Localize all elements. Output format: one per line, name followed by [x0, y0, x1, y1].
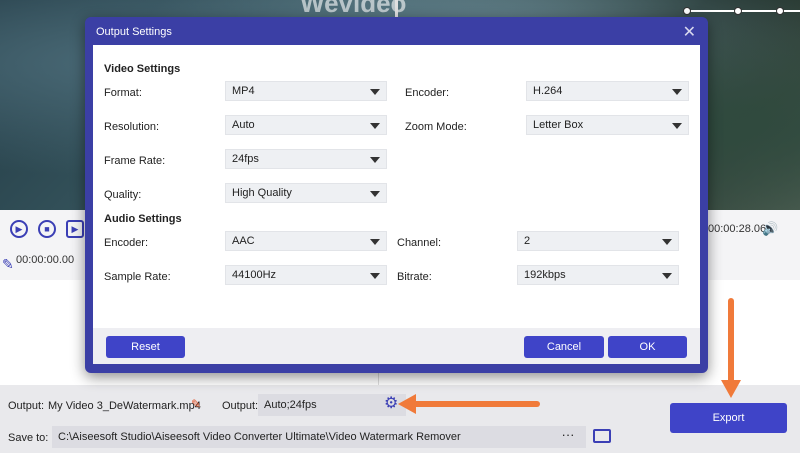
crop-handle[interactable] — [683, 7, 691, 15]
save-path-field[interactable]: C:\Aiseesoft Studio\Aiseesoft Video Conv… — [52, 426, 550, 448]
zoom-mode-label: Zoom Mode: — [405, 121, 467, 133]
volume-icon[interactable]: 🔊 — [762, 221, 778, 237]
output-label: Output: — [8, 400, 45, 412]
cancel-button[interactable]: Cancel — [524, 336, 604, 358]
start-time: 00:00:00.00 — [16, 254, 75, 266]
chevron-down-icon — [672, 89, 682, 95]
annotation-arrow-horizontal — [410, 401, 540, 407]
video-settings-title: Video Settings — [104, 63, 181, 75]
sample-rate-select[interactable]: 44100Hz — [225, 265, 387, 285]
output-settings-dialog: Output Settings ✕ Video Settings Format:… — [85, 17, 708, 373]
reset-button[interactable]: Reset — [106, 336, 185, 358]
channel-value: 2 — [524, 235, 531, 247]
video-encoder-select[interactable]: H.264 — [526, 81, 689, 101]
quality-label: Quality: — [104, 189, 142, 201]
ok-button[interactable]: OK — [608, 336, 687, 358]
format-select[interactable]: MP4 — [225, 81, 387, 101]
zoom-mode-select[interactable]: Letter Box — [526, 115, 689, 135]
chevron-down-icon — [662, 273, 672, 279]
bitrate-label: Bitrate: — [397, 271, 432, 283]
annotation-arrowhead — [721, 380, 741, 398]
audio-encoder-label: Encoder: — [104, 237, 149, 249]
dialog-title: Output Settings — [96, 26, 172, 38]
chevron-down-icon — [370, 89, 380, 95]
output-filename: My Video 3_DeWatermark.mp4 — [48, 400, 201, 412]
annotation-arrow-vertical — [728, 298, 734, 383]
sample-rate-value: 44100Hz — [232, 269, 277, 281]
chevron-down-icon — [662, 239, 672, 245]
close-icon[interactable]: ✕ — [683, 22, 696, 42]
video-encoder-value: H.264 — [533, 85, 563, 97]
quality-value: High Quality — [232, 187, 292, 199]
resolution-value: Auto — [232, 119, 255, 131]
end-time: 00:00:28.06 — [708, 223, 767, 235]
frame-rate-value: 24fps — [232, 153, 259, 165]
chevron-down-icon — [370, 273, 380, 279]
format-value: MP4 — [232, 85, 255, 97]
audio-settings-title: Audio Settings — [104, 213, 182, 225]
zoom-mode-value: Letter Box — [533, 119, 584, 131]
dialog-footer: Reset Cancel OK — [93, 328, 700, 364]
chevron-down-icon — [370, 239, 380, 245]
output-format-label: Output: — [222, 400, 259, 412]
crop-handle[interactable] — [776, 7, 784, 15]
annotation-arrowhead — [398, 394, 416, 414]
crop-handle[interactable] — [734, 7, 742, 15]
audio-encoder-select[interactable]: AAC — [225, 231, 387, 251]
quality-select[interactable]: High Quality — [225, 183, 387, 203]
frame-rate-select[interactable]: 24fps — [225, 149, 387, 169]
bitrate-select[interactable]: 192kbps — [517, 265, 679, 285]
play-icon[interactable]: ▶ — [10, 220, 28, 238]
stop-icon[interactable]: ■ — [38, 220, 56, 238]
folder-icon[interactable] — [593, 429, 611, 443]
bitrate-value: 192kbps — [524, 269, 566, 281]
gear-icon[interactable]: ⚙ — [384, 396, 398, 412]
next-frame-icon[interactable]: ▶ — [66, 220, 84, 238]
export-button[interactable]: Export — [670, 403, 787, 433]
dialog-body: Video Settings Format: MP4 Encoder: H.26… — [93, 45, 700, 364]
save-to-label: Save to: — [8, 432, 49, 444]
resolution-select[interactable]: Auto — [225, 115, 387, 135]
channel-select[interactable]: 2 — [517, 231, 679, 251]
audio-encoder-value: AAC — [232, 235, 255, 247]
format-label: Format: — [104, 87, 142, 99]
chevron-down-icon — [370, 157, 380, 163]
channel-label: Channel: — [397, 237, 442, 249]
sample-rate-label: Sample Rate: — [104, 271, 171, 283]
edit-icon[interactable]: ✎ — [191, 397, 201, 411]
chevron-down-icon — [370, 191, 380, 197]
frame-rate-label: Frame Rate: — [104, 155, 166, 167]
video-encoder-label: Encoder: — [405, 87, 450, 99]
chevron-down-icon — [370, 123, 380, 129]
chevron-down-icon — [672, 123, 682, 129]
resolution-label: Resolution: — [104, 121, 160, 133]
pen-icon[interactable]: ✎ — [2, 256, 14, 273]
browse-button[interactable]: ··· — [550, 426, 586, 448]
